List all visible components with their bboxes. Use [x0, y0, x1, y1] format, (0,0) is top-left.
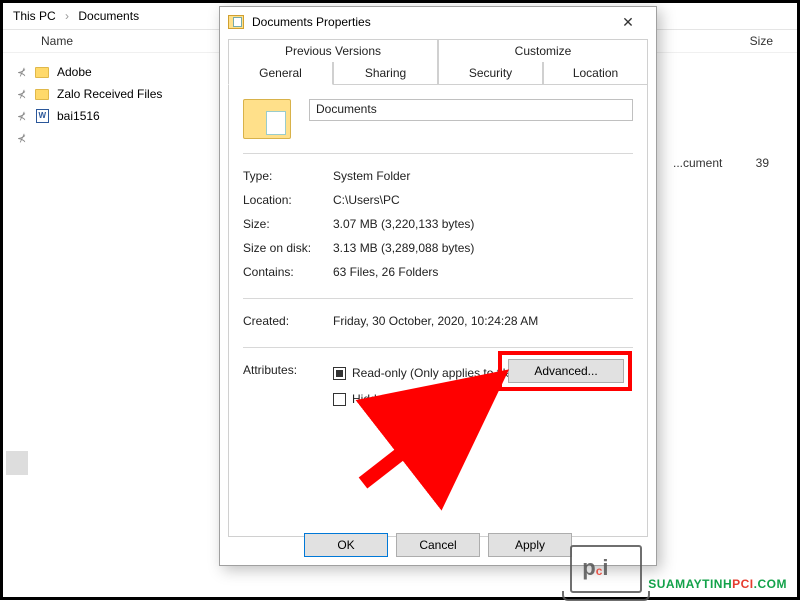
value-contains: 63 Files, 26 Folders: [333, 265, 633, 279]
folder-icon: [33, 89, 51, 100]
folder-icon: [33, 67, 51, 78]
tab-sharing[interactable]: Sharing: [333, 62, 438, 85]
value-location: C:\Users\PC: [333, 193, 633, 207]
tab-previous-versions[interactable]: Previous Versions: [228, 39, 438, 62]
column-name[interactable]: Name: [33, 34, 233, 48]
folder-icon: [228, 15, 244, 29]
divider: [243, 153, 633, 154]
checkbox-hidden[interactable]: [333, 393, 346, 406]
pin-icon: ⊀: [17, 110, 33, 123]
apply-button[interactable]: Apply: [488, 533, 572, 557]
value-created: Friday, 30 October, 2020, 10:24:28 AM: [333, 314, 633, 328]
laptop-icon: pci: [570, 545, 642, 593]
folder-large-icon: [243, 99, 291, 139]
pin-icon: ⊀: [17, 88, 33, 101]
value-size-on-disk: 3.13 MB (3,289,088 bytes): [333, 241, 633, 255]
label-contains: Contains:: [243, 265, 333, 279]
breadcrumb-current[interactable]: Documents: [78, 9, 139, 23]
divider: [243, 298, 633, 299]
titlebar[interactable]: Documents Properties ✕: [220, 7, 656, 37]
label-attributes: Attributes:: [243, 363, 333, 409]
pin-icon: ⊀: [17, 66, 33, 79]
tab-security[interactable]: Security: [438, 62, 543, 85]
ok-button[interactable]: OK: [304, 533, 388, 557]
dialog-title: Documents Properties: [252, 15, 608, 29]
file-name: Zalo Received Files: [51, 87, 162, 101]
selection-indicator: [6, 451, 28, 475]
chevron-right-icon: ›: [59, 9, 75, 23]
divider: [243, 347, 633, 348]
file-name: Adobe: [51, 65, 92, 79]
label-hidden: Hidden: [352, 392, 390, 406]
column-size[interactable]: Size: [750, 34, 773, 48]
annotation-highlight: [498, 351, 632, 391]
file-size-value: 39: [756, 156, 769, 170]
breadcrumb-root[interactable]: This PC: [13, 9, 56, 23]
watermark: pci SUAMAYTINHPCI.COM: [570, 545, 787, 593]
tab-panel-general: Documents Type:System Folder Location:C:…: [228, 85, 648, 537]
tab-customize[interactable]: Customize: [438, 39, 648, 62]
value-type: System Folder: [333, 169, 633, 183]
label-created: Created:: [243, 314, 333, 328]
label-size-on-disk: Size on disk:: [243, 241, 333, 255]
checkbox-readonly[interactable]: [333, 367, 346, 380]
label-type: Type:: [243, 169, 333, 183]
cancel-button[interactable]: Cancel: [396, 533, 480, 557]
tab-location[interactable]: Location: [543, 62, 648, 85]
label-location: Location:: [243, 193, 333, 207]
word-doc-icon: [33, 109, 51, 123]
tab-strip: Previous Versions Customize General Shar…: [228, 39, 648, 85]
pin-icon: ⊀: [17, 132, 33, 145]
value-size: 3.07 MB (3,220,133 bytes): [333, 217, 633, 231]
close-icon[interactable]: ✕: [608, 14, 648, 31]
file-type-fragment: ...cument: [673, 156, 722, 170]
label-size: Size:: [243, 217, 333, 231]
folder-name-input[interactable]: Documents: [309, 99, 633, 121]
properties-dialog: Documents Properties ✕ Previous Versions…: [219, 6, 657, 566]
file-name: bai1516: [51, 109, 100, 123]
watermark-text: SUAMAYTINHPCI.COM: [648, 573, 787, 593]
tab-general[interactable]: General: [228, 62, 333, 85]
